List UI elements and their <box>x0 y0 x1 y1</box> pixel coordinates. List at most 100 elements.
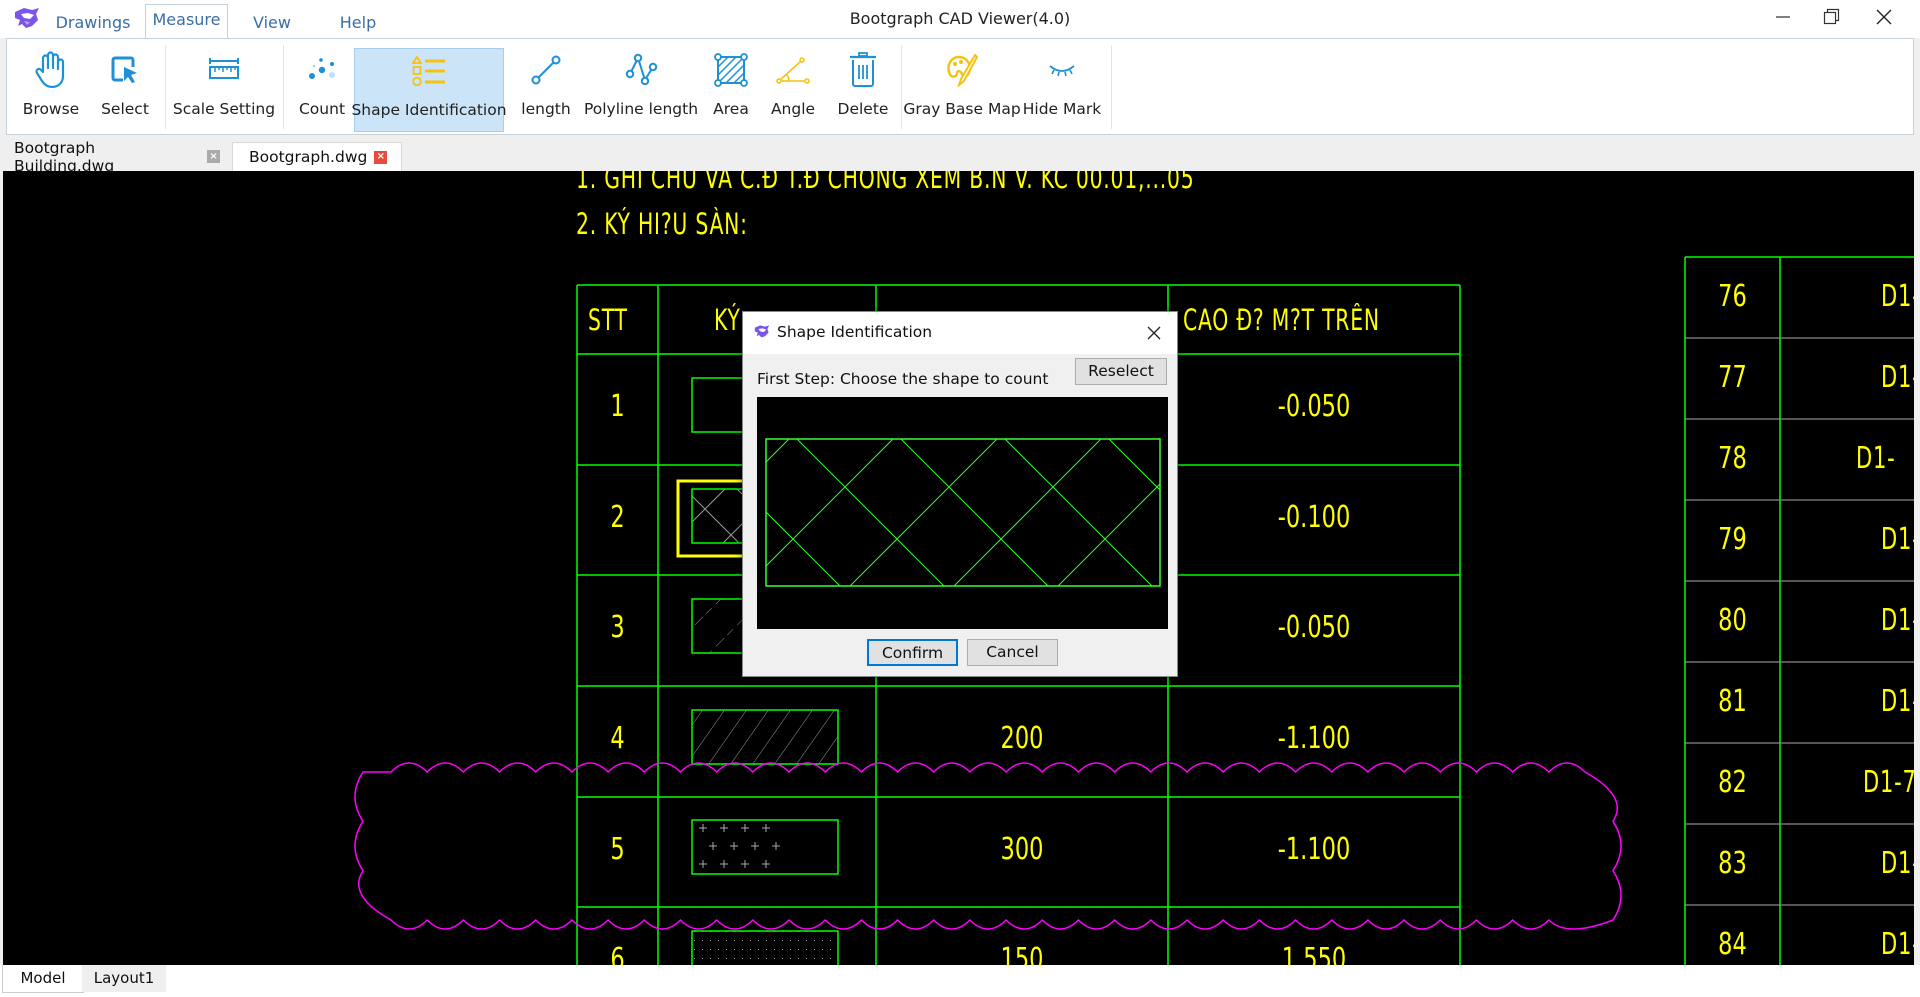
table-cell-stt: 3 <box>610 610 625 645</box>
plus-mark <box>762 824 770 832</box>
plus-mark <box>699 824 707 832</box>
layout-tab-layout1[interactable]: Layout1 <box>82 965 166 992</box>
trash-icon <box>848 48 878 92</box>
select-cursor-icon <box>109 48 141 92</box>
document-tab-label: Bootgraph Building.dwg <box>14 138 115 175</box>
plus-mark <box>751 842 759 850</box>
delete-button[interactable]: Delete <box>827 48 899 132</box>
length-button[interactable]: length <box>511 48 581 132</box>
browse-label: Browse <box>22 100 80 118</box>
select-label: Select <box>101 100 149 118</box>
preview-hatch-line <box>1004 439 1153 586</box>
table-header-stt: STT <box>588 303 628 337</box>
title-bar: Drawings Measure View Help Bootgraph CAD… <box>0 0 1920 39</box>
table-header-elevation: CAO Đ? M?T TRÊN <box>1183 303 1380 337</box>
side-table-cell-code: D1- <box>1881 522 1914 557</box>
area-icon <box>714 48 748 92</box>
close-icon <box>1876 9 1892 25</box>
gray-base-map-button[interactable]: Gray Base Map <box>903 48 1021 132</box>
select-button[interactable]: Select <box>91 48 159 132</box>
drawing-note-line-1: 1. GHI CHÚ VÀ C.Đ T.Đ CHỐNG XEM B.N V. K… <box>576 171 1195 195</box>
angle-icon <box>775 48 811 92</box>
minimize-button[interactable] <box>1757 0 1809 34</box>
preview-hatch-line <box>757 439 789 629</box>
restore-button[interactable] <box>1806 0 1858 34</box>
close-window-button[interactable] <box>1858 0 1910 34</box>
document-tab-bootgraph-building[interactable]: Bootgraph Building.dwg × <box>4 139 230 175</box>
dialog-title: Shape Identification <box>777 323 933 341</box>
plus-marks <box>699 824 780 868</box>
count-button[interactable]: Count <box>289 48 355 132</box>
plus-mark <box>720 824 728 832</box>
table-cell-elevation: -0.100 <box>1277 500 1351 535</box>
preview-hatch-line <box>766 439 790 463</box>
closed-eye-icon <box>1046 48 1078 92</box>
ribbon-separator <box>165 45 166 129</box>
scale-setting-button[interactable]: Scale Setting <box>169 48 279 132</box>
side-table-cell-no: 83 <box>1718 846 1747 881</box>
side-table-cell-no: 80 <box>1718 603 1747 638</box>
delete-label: Delete <box>837 100 889 118</box>
minimize-icon <box>1776 16 1790 18</box>
angle-button[interactable]: Angle <box>761 48 825 132</box>
browse-button[interactable]: Browse <box>13 48 89 132</box>
pattern-swatch-diagonal <box>691 709 839 765</box>
preview-hatch-line <box>900 439 1049 586</box>
table-cell-elevation: -0.050 <box>1277 389 1351 424</box>
side-table-cell-code: D1-7 <box>1863 765 1914 800</box>
plus-mark <box>762 860 770 868</box>
menu-tab-view[interactable]: View <box>240 8 304 38</box>
table-cell-elevation: 1.550 <box>1281 942 1347 965</box>
ribbon-separator <box>1111 45 1112 129</box>
menu-tab-measure[interactable]: Measure <box>145 4 228 39</box>
side-table-cell-no: 81 <box>1718 684 1747 719</box>
table-cell-elevation: -1.100 <box>1277 721 1351 756</box>
reselect-button[interactable]: Reselect <box>1075 358 1167 385</box>
plus-mark <box>741 824 749 832</box>
document-tab-bootgraph[interactable]: Bootgraph.dwg × <box>232 142 402 171</box>
cancel-button[interactable]: Cancel <box>967 639 1058 666</box>
dots-count-icon <box>306 48 338 92</box>
table-cell-stt: 6 <box>610 942 625 965</box>
side-table-cell-code: D1- <box>1881 684 1914 719</box>
shape-identification-button[interactable]: Shape Identification <box>351 48 507 132</box>
table-cell-thickness: 150 <box>1000 942 1044 965</box>
layout-tab-model[interactable]: Model <box>2 965 84 993</box>
shape-list-icon <box>412 49 446 93</box>
preview-hatch-line <box>849 439 998 586</box>
polyline-length-button[interactable]: Polyline length <box>579 48 703 132</box>
area-label: Area <box>713 100 749 118</box>
app-logo-icon <box>12 6 42 32</box>
area-button[interactable]: Area <box>701 48 761 132</box>
table-cell-elevation: -1.100 <box>1277 832 1351 867</box>
side-table-cell-code: D1- <box>1881 603 1914 638</box>
side-table-cell-code: D1- <box>1881 927 1914 962</box>
menu-tab-help[interactable]: Help <box>326 8 390 38</box>
shape-identification-label: Shape Identification <box>351 101 507 119</box>
side-table-cell-no: 78 <box>1718 441 1747 476</box>
dialog-step-text: First Step: Choose the shape to count <box>757 370 1049 388</box>
preview-hatch-line <box>1109 439 1168 629</box>
hand-icon <box>33 48 69 92</box>
table-cell-thickness: 300 <box>1000 832 1044 867</box>
plus-mark <box>730 842 738 850</box>
hide-mark-label: Hide Mark <box>1022 100 1102 118</box>
close-tab-icon[interactable]: × <box>374 150 388 164</box>
confirm-button[interactable]: Confirm <box>867 639 958 666</box>
layout-tab-bar: Model Layout1 <box>0 965 1920 997</box>
preview-hatch-line <box>1108 439 1160 491</box>
menu-tab-drawings[interactable]: Drawings <box>50 8 136 38</box>
hide-mark-button[interactable]: Hide Mark <box>1019 48 1105 132</box>
plus-mark <box>709 842 717 850</box>
side-table-cell-no: 82 <box>1718 765 1747 800</box>
preview-hatch-line <box>796 439 945 586</box>
dialog-close-button[interactable] <box>1141 320 1167 346</box>
close-tab-icon[interactable]: × <box>207 150 220 163</box>
document-tab-label: Bootgraph.dwg <box>249 148 368 166</box>
side-table-cell-code: D1- <box>1881 279 1914 314</box>
plus-mark <box>720 860 728 868</box>
ribbon-separator <box>283 45 284 129</box>
line-length-icon <box>529 48 563 92</box>
count-label: Count <box>298 100 346 118</box>
side-table-cell-no: 84 <box>1718 927 1747 962</box>
